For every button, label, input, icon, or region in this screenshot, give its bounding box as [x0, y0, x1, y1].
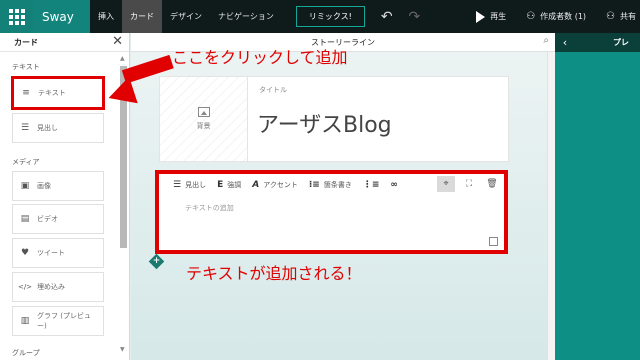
search-icon[interactable]: ⌕ — [543, 35, 549, 46]
preview-header: ‹ プレ — [555, 33, 640, 52]
card-video[interactable]: ▤ ビデオ — [12, 204, 104, 234]
emphasis-button[interactable]: E 強調 — [217, 180, 241, 190]
numbered-list-button[interactable]: ⋮≡ — [363, 180, 380, 190]
annotation-added: テキストが追加される！ — [186, 264, 362, 283]
preview-title: プレ — [613, 38, 629, 47]
heading-lines-icon: ☰ — [173, 180, 182, 190]
authors-label: 作成者数 (1) — [540, 12, 587, 21]
remix-button[interactable]: リミックス! — [295, 6, 365, 27]
emphasis-button-label: 強調 — [227, 181, 242, 189]
background-label: 背景 — [196, 122, 211, 130]
top-bar: Sway 挿入 カード デザイン ナビゲーション リミックス! ↶ ↷ 再生 ⚇… — [0, 0, 640, 33]
scroll-down-icon[interactable]: ▼ — [120, 346, 125, 353]
share-people-icon: ⚇ — [606, 11, 615, 22]
tab-design[interactable]: デザイン — [162, 0, 210, 33]
bird-icon: ♥ — [20, 248, 30, 258]
tab-insert[interactable]: 挿入 — [90, 0, 122, 33]
play-label: 再生 — [490, 12, 507, 21]
card-tweet[interactable]: ♥ ツイート — [12, 238, 104, 268]
text-card[interactable]: ☰ 見出し E 強調 A アクセント ⁝≡ 箇条書き ⋮≡ ∞ ⌖ ⛶ 🗑 テキ… — [155, 170, 508, 254]
card-heading[interactable]: ☰ 見出し — [12, 113, 104, 143]
redo-icon[interactable]: ↷ — [409, 9, 421, 25]
play-icon — [476, 10, 486, 23]
app-launcher-icon[interactable] — [0, 0, 33, 33]
background-slot[interactable]: 背景 — [160, 77, 248, 161]
trash-icon[interactable]: 🗑 — [483, 176, 501, 192]
section-group-label: グループ — [12, 349, 40, 357]
card-embed[interactable]: </> 埋め込み — [12, 272, 104, 302]
film-icon: ▤ — [20, 214, 30, 224]
annotation-click-here: ここをクリックして追加 — [172, 48, 348, 67]
chevron-left-icon[interactable]: ‹ — [555, 36, 575, 49]
text-lines-icon: ≡ — [22, 88, 30, 98]
card-text[interactable]: ≡ テキスト — [11, 76, 105, 110]
bullets-button[interactable]: ⁝≡ 箇条書き — [309, 180, 352, 190]
app-name: Sway — [33, 0, 90, 33]
card-image[interactable]: ▣ 画像 — [12, 171, 104, 201]
card-video-label: ビデオ — [37, 215, 58, 223]
section-text-label: テキスト — [12, 63, 40, 71]
card-image-label: 画像 — [37, 182, 51, 190]
heading-button-label: 見出し — [185, 181, 207, 189]
focus-point-icon[interactable]: ⌖ — [437, 176, 455, 192]
plus-icon[interactable]: + — [151, 255, 162, 266]
chart-icon: ▥ — [20, 316, 30, 326]
section-media-label: メディア — [12, 158, 40, 166]
code-icon: </> — [17, 283, 33, 291]
image-icon: ▣ — [20, 181, 30, 191]
undo-icon[interactable]: ↶ — [381, 9, 393, 25]
card-text-label: テキスト — [38, 89, 66, 97]
checkbox-icon[interactable] — [489, 237, 498, 246]
accent-button-label: アクセント — [263, 181, 298, 189]
panel-title: カード — [14, 37, 38, 47]
link-button[interactable]: ∞ — [390, 180, 398, 190]
scroll-up-icon[interactable]: ▲ — [120, 55, 125, 62]
card-chart[interactable]: ▥ グラフ (プレビュー) — [12, 306, 104, 336]
title-card[interactable]: 背景 タイトル アーザスBlog — [159, 76, 509, 162]
numbered-list-icon: ⋮≡ — [362, 180, 380, 190]
card-embed-label: 埋め込み — [37, 283, 65, 291]
link-icon: ∞ — [390, 180, 398, 190]
tab-cards[interactable]: カード — [122, 0, 162, 33]
card-heading-label: 見出し — [37, 124, 58, 132]
text-placeholder[interactable]: テキストの追加 — [185, 203, 234, 213]
storyline-scrollbar[interactable] — [547, 52, 555, 360]
title-label: タイトル — [259, 86, 287, 94]
share-button[interactable]: ⚇ 共有 — [606, 11, 636, 22]
title-text[interactable]: アーザスBlog — [257, 107, 392, 139]
person-icon: ⚇ — [526, 11, 536, 22]
bullets-button-label: 箇条書き — [323, 181, 352, 189]
accent-icon: A — [252, 180, 260, 190]
bullet-list-icon: ⁝≡ — [308, 180, 320, 190]
image-placeholder-icon — [197, 107, 210, 117]
crop-icon[interactable]: ⛶ — [460, 176, 478, 192]
card-tweet-label: ツイート — [37, 249, 65, 257]
heading-icon: ☰ — [20, 123, 30, 133]
accent-button[interactable]: A アクセント — [252, 180, 298, 190]
close-icon[interactable]: ✕ — [112, 34, 123, 49]
emphasis-icon: E — [217, 180, 224, 190]
preview-pane: ‹ プレ — [555, 33, 640, 360]
tab-navigation[interactable]: ナビゲーション — [210, 0, 282, 33]
card-chart-label: グラフ (プレビュー) — [37, 312, 91, 330]
play-button[interactable]: 再生 — [476, 10, 507, 23]
heading-button[interactable]: ☰ 見出し — [173, 180, 206, 190]
panel-header: カード ✕ — [0, 33, 129, 52]
authors-button[interactable]: ⚇ 作成者数 (1) — [526, 11, 586, 22]
share-label: 共有 — [620, 12, 636, 21]
